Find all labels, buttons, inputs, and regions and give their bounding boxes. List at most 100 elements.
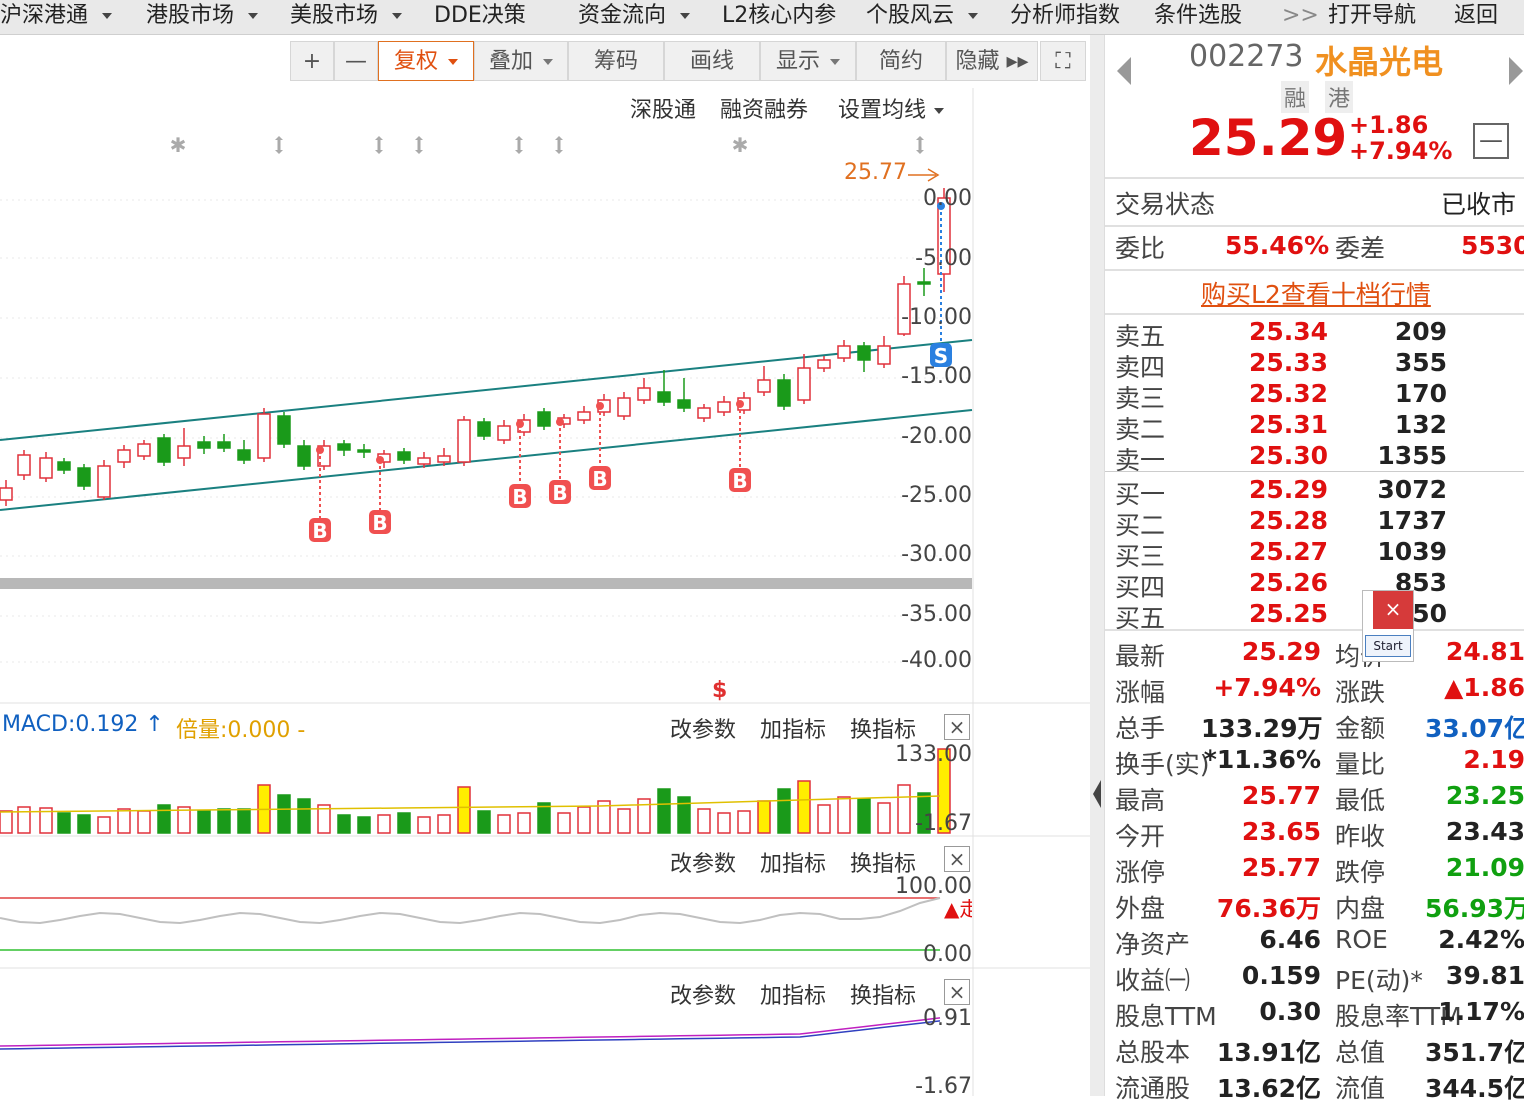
macd-label: MACD:0.192 ↑ bbox=[2, 712, 164, 737]
nav-item-1[interactable]: 港股市场 bbox=[146, 0, 259, 34]
jianyue-button[interactable]: 简约 bbox=[856, 41, 946, 81]
price-axis-tick: -20.00 bbox=[901, 424, 972, 449]
nav-item-2[interactable]: 美股市场 bbox=[290, 0, 403, 34]
volume-bar bbox=[577, 806, 591, 834]
nav-item-label: 个股风云 bbox=[866, 3, 955, 28]
widget-close-button[interactable]: × bbox=[1373, 591, 1413, 629]
nav-item-9[interactable]: >> bbox=[1282, 0, 1319, 34]
splitter[interactable] bbox=[1090, 35, 1104, 1096]
orderbook-volume: 132 bbox=[1394, 410, 1447, 439]
quote-label: 最新 bbox=[1115, 642, 1166, 671]
quote-label: 最高 bbox=[1115, 786, 1166, 815]
buy-l2-link[interactable]: 购买L2查看十档行情 bbox=[1201, 275, 1431, 311]
prev-stock-icon[interactable] bbox=[1117, 57, 1131, 85]
volume-bar bbox=[557, 812, 571, 834]
s-dollar-marker[interactable]: $ bbox=[712, 678, 727, 703]
diejia-label: 叠加 bbox=[488, 49, 533, 74]
nav-item-11[interactable]: 返回 bbox=[1454, 0, 1498, 34]
event-pin-icon[interactable] bbox=[275, 136, 283, 154]
chouma-button[interactable]: 筹码 bbox=[568, 41, 664, 81]
zoom-out-button[interactable]: — bbox=[334, 41, 378, 81]
quote-label: 金额 bbox=[1335, 714, 1386, 743]
gear-icon[interactable]: ✱ bbox=[170, 133, 187, 157]
nav-item-4[interactable]: 资金流向 bbox=[578, 0, 691, 34]
quote-label: 总股本 bbox=[1115, 1038, 1191, 1067]
price-axis-tick: -40.00 bbox=[901, 648, 972, 673]
gear-icon[interactable]: ✱ bbox=[732, 133, 749, 157]
chevron-down-icon bbox=[248, 13, 259, 19]
fuquan-button[interactable]: 复权 bbox=[378, 41, 474, 81]
quote-label: 总值 bbox=[1335, 1038, 1386, 1067]
orderbook-volume: 1039 bbox=[1377, 537, 1447, 566]
event-pin-icon[interactable] bbox=[515, 136, 523, 154]
close-panel-button[interactable]: × bbox=[944, 714, 970, 740]
event-pin-icon[interactable] bbox=[916, 136, 924, 154]
nav-item-label: >> bbox=[1282, 3, 1319, 28]
bs-marker-letter: B bbox=[732, 469, 747, 493]
quote-value: 1.17% bbox=[1438, 997, 1524, 1026]
huaxian-button[interactable]: 画线 bbox=[664, 41, 760, 81]
volume-bar bbox=[0, 810, 13, 834]
zoom-in-button[interactable]: + bbox=[290, 41, 334, 81]
candle-body bbox=[757, 379, 771, 393]
add-indicator-link[interactable]: 加指标 bbox=[760, 978, 826, 1010]
nav-item-6[interactable]: 个股风云 bbox=[866, 0, 979, 34]
orderbook-volume: 355 bbox=[1394, 348, 1447, 377]
add-indicator-link[interactable]: 加指标 bbox=[760, 712, 826, 744]
close-panel-button[interactable]: × bbox=[944, 979, 970, 1005]
change-params-link[interactable]: 改参数 bbox=[670, 978, 736, 1010]
volume-bar bbox=[477, 810, 491, 834]
quote-label: 涨停 bbox=[1115, 858, 1166, 887]
diejia-button[interactable]: 叠加 bbox=[474, 41, 568, 81]
nav-item-7[interactable]: 分析师指数 bbox=[1010, 0, 1120, 34]
change-params-link[interactable]: 改参数 bbox=[670, 846, 736, 878]
chart-scroll-bar[interactable] bbox=[0, 578, 972, 589]
event-pin-icon[interactable] bbox=[415, 136, 423, 154]
panel3-axis-bottom: -1.67 bbox=[915, 1074, 972, 1099]
stock-name[interactable]: 水晶光电 bbox=[1315, 37, 1443, 83]
collapse-button[interactable]: — bbox=[1473, 123, 1509, 159]
orderbook-volume: 1737 bbox=[1377, 506, 1447, 535]
add-indicator-link[interactable]: 加指标 bbox=[760, 846, 826, 878]
volume-bar bbox=[437, 814, 451, 834]
event-pin-icon[interactable] bbox=[375, 136, 383, 154]
collapse-left-icon[interactable] bbox=[1093, 780, 1101, 808]
volume-bar bbox=[717, 812, 731, 834]
orderbook-price: 25.31 bbox=[1249, 410, 1329, 439]
weicha-value: 5530 bbox=[1461, 231, 1524, 260]
orderbook-price: 25.27 bbox=[1249, 537, 1329, 566]
volume-bar bbox=[657, 788, 671, 834]
nav-item-10[interactable]: 打开导航 bbox=[1328, 0, 1416, 34]
bs-marker-dot bbox=[736, 400, 744, 408]
yincang-button[interactable]: 隐藏 ▸▸ bbox=[946, 41, 1038, 81]
nav-item-label: L2核心内参 bbox=[722, 3, 837, 28]
widget-start-button[interactable]: Start bbox=[1365, 635, 1411, 657]
fullscreen-button[interactable]: ⛶ bbox=[1040, 41, 1086, 81]
event-markers[interactable]: ✱ ✱ bbox=[170, 133, 924, 157]
xianshi-button[interactable]: 显示 bbox=[760, 41, 856, 81]
quote-label: 涨跌 bbox=[1335, 678, 1386, 707]
volume-bar bbox=[137, 810, 151, 834]
nav-item-3[interactable]: DDE决策 bbox=[434, 0, 526, 34]
swap-indicator-link[interactable]: 换指标 bbox=[850, 712, 916, 744]
quote-label: 跌停 bbox=[1335, 858, 1386, 887]
candle-body bbox=[17, 454, 31, 476]
quote-value: 25.77 bbox=[1241, 853, 1321, 882]
top-nav: 沪深港通 港股市场 美股市场 DDE决策 资金流向 L2核心内参 个股风云 分析师指数 条件选股… bbox=[0, 0, 1524, 35]
quote-label: 收益㈠ bbox=[1115, 966, 1191, 995]
candle-body bbox=[717, 401, 731, 413]
price-axis-tick: -25.00 bbox=[901, 483, 972, 508]
volume-bar bbox=[77, 814, 91, 834]
candle-body bbox=[197, 441, 211, 449]
change-params-link[interactable]: 改参数 bbox=[670, 712, 736, 744]
nav-item-8[interactable]: 条件选股 bbox=[1154, 0, 1242, 34]
quote-value: ▲1.86 bbox=[1444, 673, 1524, 702]
nav-item-5[interactable]: L2核心内参 bbox=[722, 0, 836, 34]
candle-body bbox=[297, 445, 311, 467]
event-pin-icon[interactable] bbox=[555, 136, 563, 154]
nav-item-0[interactable]: 沪深港通 bbox=[0, 0, 113, 34]
next-stock-icon[interactable] bbox=[1509, 57, 1523, 85]
trade-state-label: 交易状态 bbox=[1115, 190, 1216, 219]
close-panel-button[interactable]: × bbox=[944, 846, 970, 872]
bs-marker-letter: B bbox=[592, 467, 607, 491]
